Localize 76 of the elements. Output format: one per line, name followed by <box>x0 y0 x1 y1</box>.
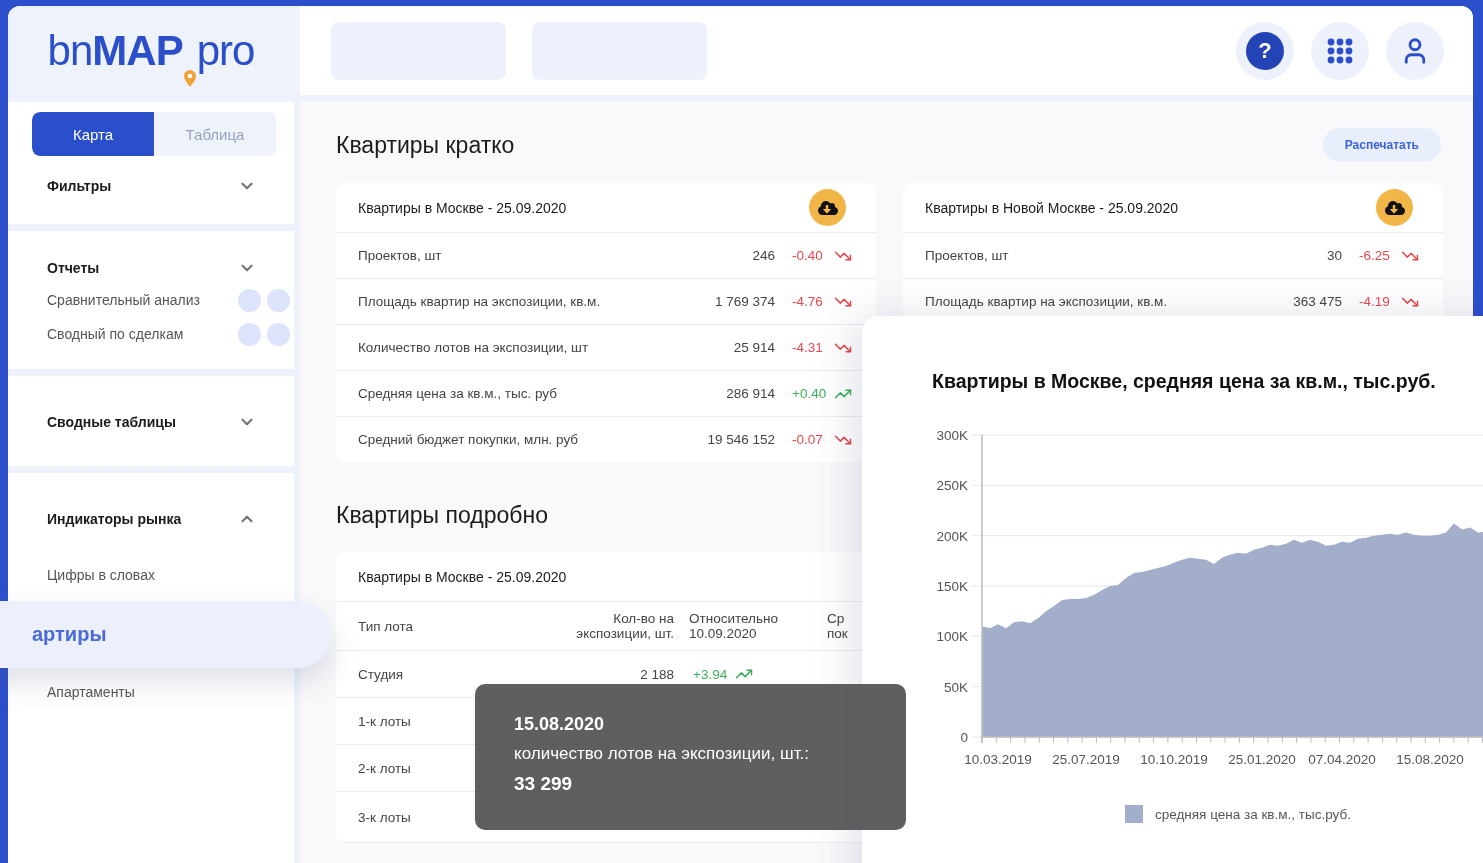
legend-swatch <box>1125 805 1143 823</box>
axis-label: 10.03.2019 <box>964 752 1032 767</box>
section-title[interactable]: Отчеты <box>47 260 100 276</box>
column-header: Тип лота <box>358 618 414 634</box>
circle-icon <box>238 288 261 312</box>
axis-label: 25.01.2020 <box>1228 752 1296 767</box>
row-value: 363 475 <box>1293 294 1342 309</box>
card-title: Квартиры в Москве - 25.09.2020 <box>358 568 567 585</box>
row-label: Средняя цена за кв.м., тыс. руб <box>358 386 558 401</box>
row-label: Проектов, шт <box>925 248 1010 263</box>
download-button[interactable] <box>809 189 846 226</box>
tooltip-label: количество лотов на экспозиции, шт.: <box>514 744 810 764</box>
card-title: Квартиры в Новой Москве - 25.09.2020 <box>925 199 1178 216</box>
view-tab[interactable]: Карта <box>32 112 154 156</box>
change-value: -4.19 <box>1359 294 1391 309</box>
sidebar-item[interactable]: Цифры в словах <box>47 567 155 583</box>
row-label: Проектов, шт <box>358 248 443 263</box>
chart-title: Квартиры в Москве, средняя цена за кв.м., тыс.руб. <box>932 370 1437 393</box>
row-value: 19 546 152 <box>707 432 775 447</box>
pin-icon <box>182 69 197 89</box>
table-cell-text: 2-к лоты <box>358 760 412 776</box>
axis-label: 300K <box>936 428 968 443</box>
row-value: 246 <box>752 248 775 263</box>
column-header: Относительно 10.09.2020 <box>689 611 779 641</box>
axis-label: 250K <box>936 478 968 494</box>
axis-label: 150K <box>936 579 968 594</box>
row-label: Площадь квартир на экспозиции, кв.м. <box>925 294 1169 309</box>
card-title: Квартиры в Москве - 25.09.2020 <box>358 199 567 216</box>
table-cell-text: Студия <box>358 666 405 682</box>
circle-icon <box>267 322 290 346</box>
section-title[interactable]: Индикаторы рынка <box>47 511 182 527</box>
sidebar-item[interactable]: Сводный по сделкам <box>47 326 184 342</box>
table-cell-text: 3-к лоты <box>358 809 412 825</box>
change-value: -4.76 <box>792 294 824 309</box>
grid-icon <box>1327 37 1353 64</box>
column-header: Кол-во на экспозиции, шт. <box>575 611 674 641</box>
section-heading: Квартиры подробно <box>336 502 549 529</box>
change-value: -6.25 <box>1359 248 1391 263</box>
change-value: +0.40 <box>792 386 828 401</box>
row-value: 30 <box>1326 248 1342 263</box>
download-button[interactable] <box>1376 189 1413 226</box>
circle-icon <box>238 322 261 346</box>
circle-icon <box>267 288 290 312</box>
logo-text: pro <box>196 26 255 75</box>
change-value: -0.07 <box>792 432 824 447</box>
section-heading: Квартиры кратко <box>336 131 515 159</box>
row-value: 286 914 <box>726 386 775 401</box>
sidebar-item[interactable]: артиры <box>0 601 331 668</box>
section-title[interactable]: Фильтры <box>47 178 112 194</box>
axis-label: 0 <box>960 730 968 745</box>
axis-label: 25.07.2019 <box>1052 752 1120 767</box>
axis-label: 50K <box>943 679 968 695</box>
axis-label: 200K <box>936 528 968 544</box>
change-value: -0.40 <box>792 248 824 263</box>
sidebar-item[interactable]: Сравнительный анализ <box>47 292 200 308</box>
axis-label: 10.10.2019 <box>1140 752 1208 767</box>
change-value: -4.31 <box>792 340 824 355</box>
change-value: +3.94 <box>693 666 728 682</box>
row-value: 25 914 <box>733 340 775 355</box>
column-header: Ср пок <box>827 611 849 641</box>
logo-text: bnMAP <box>47 26 183 75</box>
axis-label: 07.04.2020 <box>1308 752 1376 767</box>
row-label: Количество лотов на экспозиции, шт <box>358 340 590 355</box>
row-label: Площадь квартир на экспозиции, кв.м. <box>358 294 602 309</box>
axis-label: 15.08.2020 <box>1396 752 1464 767</box>
section-title[interactable]: Сводные таблицы <box>47 414 176 430</box>
tooltip-value: 33 299 <box>514 773 573 795</box>
sidebar-item[interactable]: Апартаменты <box>47 684 135 700</box>
tooltip-date: 15.08.2020 <box>514 714 605 735</box>
print-button[interactable]: Распечатать <box>1322 128 1441 162</box>
help-button[interactable]: ? <box>1236 21 1294 80</box>
row-value: 1 769 374 <box>714 294 775 309</box>
legend-label: средняя цена за кв.м., тыс.руб. <box>1155 806 1351 822</box>
table-cell-text: 2 188 <box>639 666 674 682</box>
axis-label: 100K <box>936 629 968 645</box>
row-label: Средний бюджет покупки, млн. руб <box>358 432 580 447</box>
